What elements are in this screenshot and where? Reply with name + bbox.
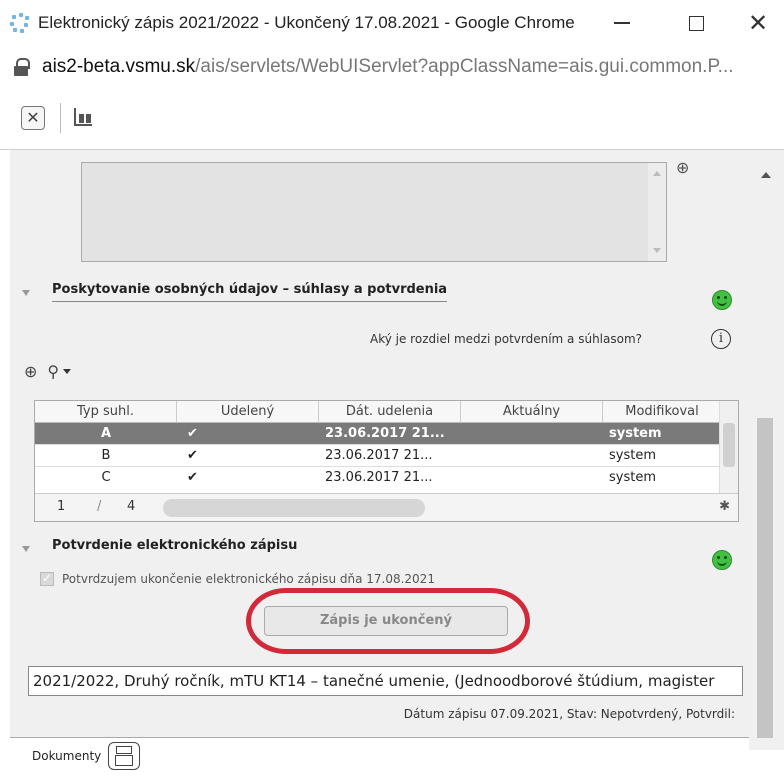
- page-vertical-scrollbar[interactable]: [749, 150, 784, 750]
- table-row[interactable]: B ✔ 23.06.2017 21... system: [35, 445, 721, 467]
- confirmation-checkbox-label: Potvrdzujem ukončenie elektronického záp…: [62, 572, 435, 586]
- minimize-button[interactable]: [592, 0, 652, 46]
- address-bar[interactable]: ais2-beta.vsmu.sk/ais/servlets/WebUIServ…: [0, 46, 784, 88]
- page-current: 1: [57, 499, 66, 514]
- consent-section-header[interactable]: Poskytovanie osobných údajov – súhlasy a…: [10, 276, 749, 316]
- textarea-scrollbar[interactable]: [648, 163, 666, 261]
- enrollment-status-text: Dátum zápisu 07.09.2021, Stav: Nepotvrde…: [403, 707, 735, 721]
- table-row[interactable]: C ✔ 23.06.2017 21... system: [35, 467, 721, 489]
- consent-difference-question[interactable]: Aký je rozdiel medzi potvrdením a súhlas…: [370, 332, 642, 346]
- close-window-button[interactable]: ✕: [728, 0, 784, 46]
- confirmation-section-header[interactable]: Potvrdenie elektronického zápisu: [10, 532, 749, 572]
- cell-modified-by: system: [609, 470, 656, 485]
- table-header: Typ suhl. Udelený Dát. udelenia Aktuálny…: [35, 401, 721, 423]
- confirmation-status-smiley-icon: [712, 550, 732, 570]
- close-form-button[interactable]: ✕: [21, 106, 45, 130]
- page-separator: /: [97, 499, 102, 514]
- url-host: ais2-beta.vsmu.sk: [42, 56, 196, 77]
- collapse-triangle-icon[interactable]: [22, 290, 30, 296]
- table-vertical-scrollbar[interactable]: [719, 401, 738, 493]
- cell-date: 23.06.2017 21...: [325, 470, 433, 485]
- cell-granted-check-icon: ✔: [187, 448, 198, 463]
- documents-label: Dokumenty: [32, 749, 102, 763]
- scroll-up-arrow-icon[interactable]: [761, 172, 771, 178]
- consent-table: Typ suhl. Udelený Dát. udelenia Aktuálny…: [34, 400, 739, 522]
- confirmation-checkbox[interactable]: [40, 571, 54, 586]
- column-header-current[interactable]: Aktuálny: [461, 401, 603, 422]
- app-toolbar: ✕: [0, 88, 784, 150]
- scroll-down-arrow-icon[interactable]: [653, 248, 661, 253]
- cell-type: B: [101, 448, 111, 463]
- maximize-icon: [688, 15, 704, 31]
- zoom-in-icon[interactable]: ⊕: [676, 158, 689, 177]
- cell-current: [461, 423, 603, 444]
- page-scroll-thumb[interactable]: [757, 418, 773, 738]
- window-title: Elektronický zápis 2021/2022 - Ukončený …: [38, 13, 575, 32]
- table-row[interactable]: A ✔ 23.06.2017 21... system: [35, 423, 721, 445]
- cell-current: [461, 445, 603, 466]
- maximize-button[interactable]: [666, 0, 726, 46]
- hierarchy-icon[interactable]: [74, 108, 94, 128]
- url-text[interactable]: ais2-beta.vsmu.sk/ais/servlets/WebUIServ…: [42, 56, 772, 78]
- cell-type: C: [101, 470, 111, 485]
- cell-modified-by: system: [609, 448, 656, 463]
- gear-icon[interactable]: ✱: [719, 499, 730, 514]
- cell-date: 23.06.2017 21...: [325, 448, 433, 463]
- consent-section-title: Poskytovanie osobných údajov – súhlasy a…: [52, 282, 448, 302]
- printer-icon[interactable]: [108, 742, 140, 770]
- study-program-select[interactable]: 2021/2022, Druhý ročník, mTU KT14 – tane…: [28, 666, 743, 696]
- toolbar-divider: [60, 103, 61, 133]
- consent-status-smiley-icon: [712, 290, 732, 310]
- confirmation-section-title: Potvrdenie elektronického zápisu: [52, 538, 298, 553]
- minimize-icon: [614, 22, 630, 24]
- table-scroll-thumb[interactable]: [723, 423, 735, 467]
- table-footer: 1 / 4 ✱: [35, 493, 738, 521]
- window-titlebar: Elektronický zápis 2021/2022 - Ukončený …: [0, 0, 784, 46]
- table-horizontal-scrollbar[interactable]: [163, 499, 425, 517]
- table-tools: ⊕ ⚲: [24, 360, 72, 382]
- confirmation-checkbox-row: Potvrdzujem ukončenie elektronického záp…: [40, 571, 435, 586]
- column-header-granted[interactable]: Udelený: [177, 401, 319, 422]
- scroll-up-arrow-icon[interactable]: [653, 171, 661, 176]
- zoom-in-icon[interactable]: ⊕: [24, 362, 37, 381]
- close-icon: ✕: [747, 9, 769, 37]
- cell-granted-check-icon: ✔: [187, 470, 198, 485]
- url-path: /ais/servlets/WebUIServlet?appClassName=…: [195, 56, 734, 77]
- column-header-date[interactable]: Dát. udelenia: [319, 401, 461, 422]
- chevron-down-icon[interactable]: [63, 368, 72, 374]
- cell-date: 23.06.2017 21...: [325, 426, 445, 441]
- documents-bar: Dokumenty: [10, 737, 749, 773]
- collapse-triangle-icon[interactable]: [22, 546, 30, 552]
- lock-icon: [14, 58, 30, 76]
- cell-modified-by: system: [609, 426, 662, 441]
- column-header-modified-by[interactable]: Modifikoval: [603, 401, 721, 422]
- column-header-type[interactable]: Typ suhl.: [35, 401, 177, 422]
- enrollment-finished-button[interactable]: Zápis je ukončený: [264, 606, 508, 636]
- cell-current: [461, 467, 603, 489]
- cell-granted-check-icon: ✔: [187, 426, 198, 441]
- actions-runner-icon[interactable]: ⚲: [47, 362, 59, 381]
- info-icon[interactable]: i: [711, 329, 731, 349]
- form-content: ⊕ Poskytovanie osobných údajov – súhlasy…: [10, 150, 749, 770]
- page-total: 4: [127, 499, 136, 514]
- cell-type: A: [100, 426, 112, 441]
- app-favicon-icon: [10, 13, 30, 33]
- notes-textarea[interactable]: [81, 162, 667, 262]
